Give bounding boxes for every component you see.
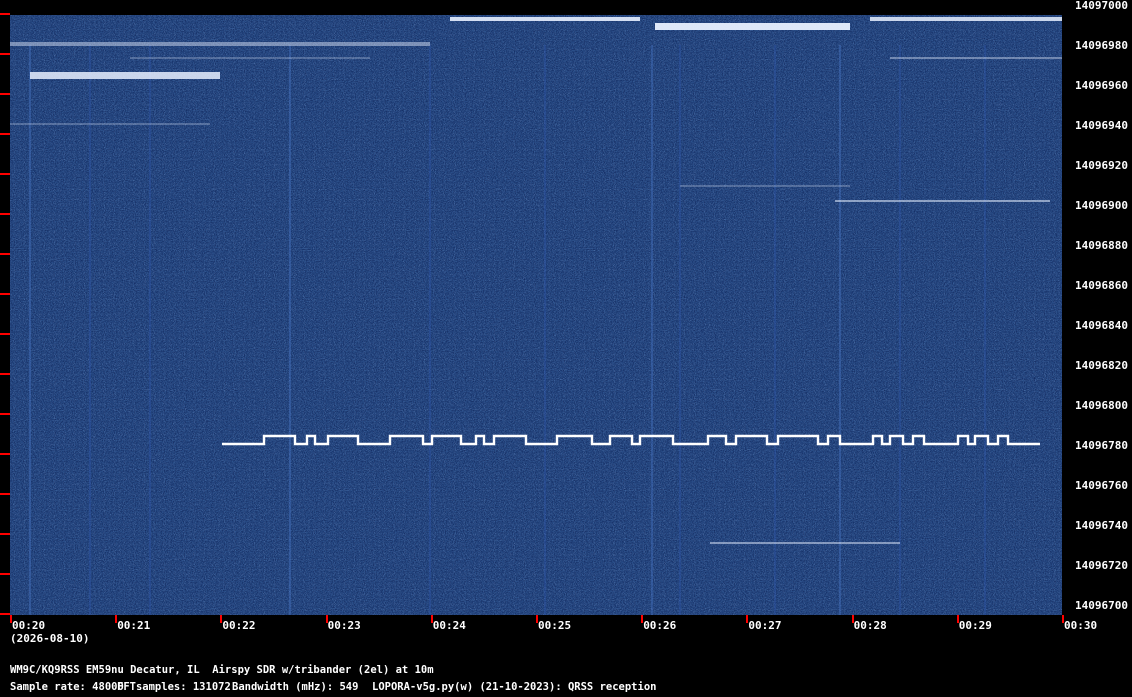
y-tick	[0, 53, 10, 55]
frequency-label: 14096820	[1075, 359, 1128, 372]
time-label: 00:24	[432, 619, 466, 632]
frequency-label: 14096700	[1075, 599, 1128, 612]
bandwidth: Bandwidth (mHz): 549	[232, 681, 359, 693]
frequency-label: 14096860	[1075, 279, 1128, 292]
signal-band	[10, 123, 210, 125]
time-label: 00:26	[643, 619, 677, 632]
time-label: 00:27	[748, 619, 782, 632]
software-version: LOPORA-v5g.py(w) (21-10-2023): QRSS rece…	[372, 681, 657, 693]
y-tick	[0, 453, 10, 455]
frequency-label: 14096920	[1075, 159, 1128, 172]
signal-band	[680, 185, 850, 187]
y-tick	[0, 93, 10, 95]
frequency-label: 14096740	[1075, 519, 1128, 532]
frequency-label: 14096900	[1075, 199, 1128, 212]
frequency-label: 14096760	[1075, 479, 1128, 492]
speck-layer	[10, 15, 1062, 615]
y-tick	[0, 13, 10, 15]
y-tick	[0, 413, 10, 415]
frequency-label: 14096800	[1075, 399, 1128, 412]
signal-band	[30, 72, 220, 79]
time-label: 00:28	[853, 619, 887, 632]
signal-band	[10, 42, 430, 46]
signal-band	[450, 17, 640, 21]
signal-band	[655, 23, 850, 30]
frequency-label: 14096780	[1075, 439, 1128, 452]
time-label: 00:20	[12, 619, 46, 632]
time-label: 00:29	[958, 619, 992, 632]
frequency-label: 14096880	[1075, 239, 1128, 252]
time-label: 00:23	[327, 619, 361, 632]
y-tick	[0, 493, 10, 495]
frequency-label: 14096960	[1075, 79, 1128, 92]
lopora-window: 14097000 14096980 14096960 14096940 14096920…	[0, 0, 1132, 697]
y-tick	[0, 333, 10, 335]
frequency-label: 14096980	[1075, 39, 1128, 52]
time-label: 00:22	[222, 619, 256, 632]
y-tick	[0, 373, 10, 375]
y-tick	[0, 253, 10, 255]
signal-band	[835, 200, 1050, 202]
y-tick	[0, 533, 10, 535]
time-label: 00:21	[117, 619, 151, 632]
y-tick	[0, 573, 10, 575]
y-tick	[0, 173, 10, 175]
frequency-label: 14096940	[1075, 119, 1128, 132]
fft-samples: FFTsamples: 131072	[117, 681, 231, 693]
frequency-label: 14097000	[1075, 0, 1128, 12]
y-tick	[0, 133, 10, 135]
y-tick	[0, 213, 10, 215]
frequency-label: 14096720	[1075, 559, 1128, 572]
time-label: 00:25	[538, 619, 572, 632]
spectrogram-waterfall	[10, 15, 1062, 615]
time-label: 00:30	[1064, 619, 1098, 632]
signal-band	[710, 542, 900, 544]
signal-band	[890, 57, 1062, 59]
station-info: WM9C/KQ9RSS EM59nu Decatur, IL Airspy SD…	[10, 664, 434, 676]
date-label: (2026-08-10)	[10, 632, 90, 645]
y-tick	[0, 293, 10, 295]
y-tick	[0, 613, 10, 615]
signal-band	[130, 57, 370, 59]
signal-band	[870, 17, 1062, 21]
sample-rate: Sample rate: 48000	[10, 681, 124, 693]
frequency-label: 14096840	[1075, 319, 1128, 332]
